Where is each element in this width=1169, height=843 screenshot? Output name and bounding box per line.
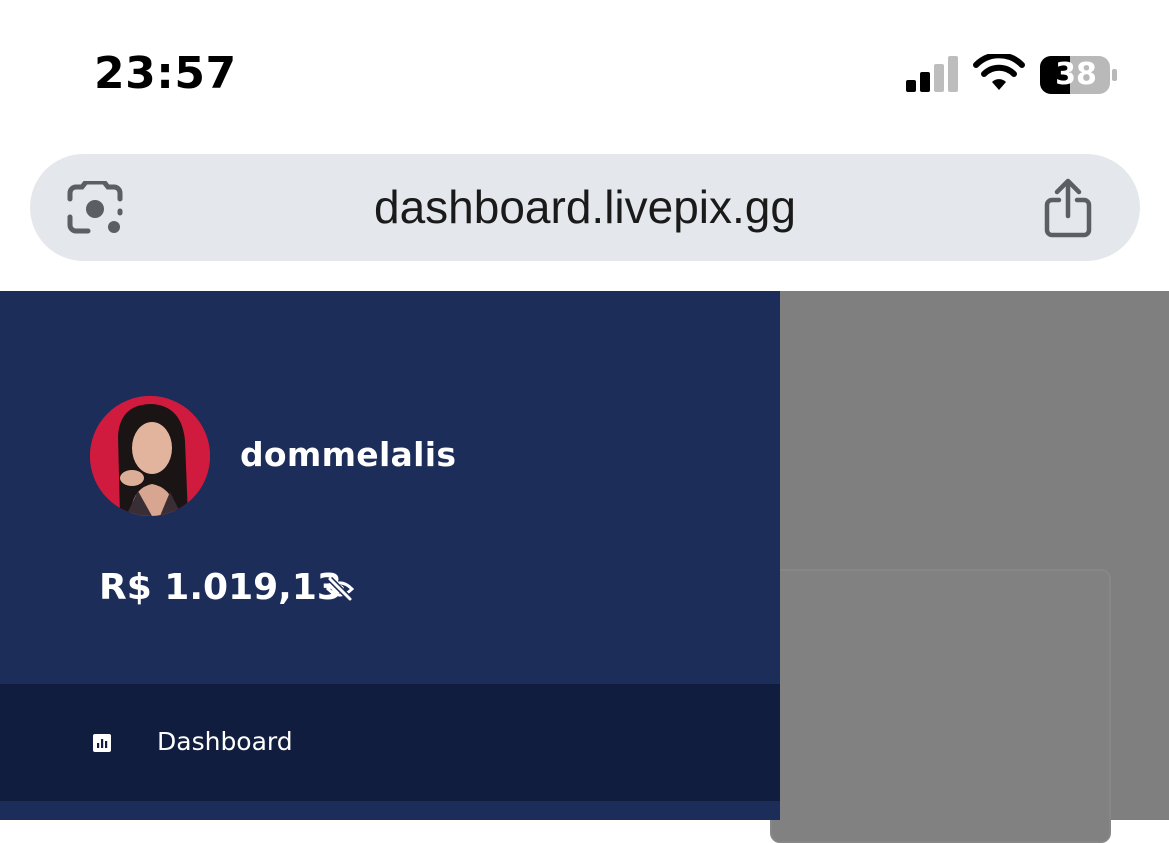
url-text[interactable]: dashboard.livepix.gg	[30, 154, 1140, 261]
backdrop-card	[770, 569, 1111, 843]
wifi-icon	[973, 54, 1025, 90]
signal-icon	[906, 56, 958, 92]
status-bar: 23:57 38	[0, 0, 1169, 140]
nav-item-label: Dashboard	[157, 727, 293, 756]
page-area: dommelalis R$ 1.019,13 Dashboard	[0, 291, 1169, 843]
avatar-image	[90, 396, 210, 516]
eye-slash-icon[interactable]	[326, 576, 354, 602]
address-bar[interactable]: dashboard.livepix.gg	[30, 154, 1140, 261]
avatar[interactable]	[90, 396, 210, 516]
status-time: 23:57	[94, 48, 237, 99]
sidebar: dommelalis R$ 1.019,13 Dashboard	[0, 291, 780, 820]
chart-icon	[93, 734, 111, 752]
username: dommelalis	[240, 435, 457, 474]
battery-level: 38	[1055, 57, 1097, 92]
nav-item-dashboard[interactable]: Dashboard	[0, 684, 780, 801]
balance-amount: R$ 1.019,13	[99, 567, 342, 608]
share-icon[interactable]	[1042, 178, 1094, 238]
